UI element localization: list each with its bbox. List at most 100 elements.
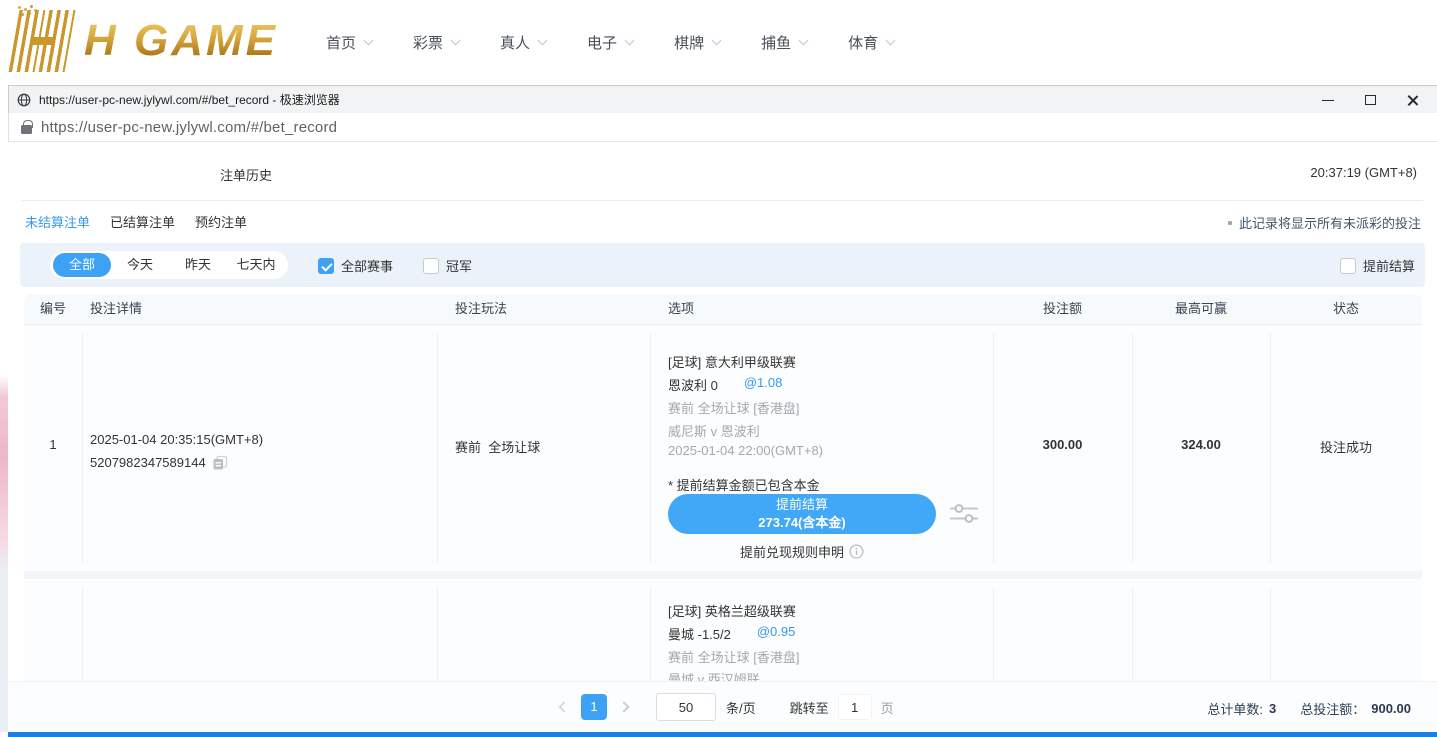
page-size-input[interactable] xyxy=(656,693,716,721)
main-nav: 首页 彩票 真人 电子 棋牌 捕鱼 xyxy=(326,0,894,85)
total-count-label: 总计单数: xyxy=(1207,699,1263,718)
maximize-icon xyxy=(1365,95,1376,105)
chevron-down-icon xyxy=(799,36,809,46)
jump-page-input[interactable] xyxy=(838,694,872,720)
option-pick: 曼城 -1.5/2 xyxy=(668,624,731,643)
cashout-button[interactable]: 提前结算 273.74(含本金) xyxy=(668,494,936,534)
close-button[interactable] xyxy=(1391,86,1433,114)
bet-time: 2025-01-04 20:35:15(GMT+8) xyxy=(90,428,263,451)
table-footer: 1 条/页 跳转至 页 总计单数: 3 总投注额： 900.00 xyxy=(8,682,1437,732)
cashout-filter-checkbox[interactable]: 提前结算 xyxy=(1340,256,1415,275)
all-events-checkbox[interactable]: 全部赛事 xyxy=(318,256,393,275)
url-text: https://user-pc-new.jylywl.com/#/bet_rec… xyxy=(41,119,337,136)
chevron-down-icon xyxy=(364,36,374,46)
filter-bar: 全部 今天 昨天 七天内 全部赛事 冠军 提前结算 xyxy=(20,243,1425,287)
nav-item-chess[interactable]: 棋牌 xyxy=(674,32,720,53)
col-header-maxwin: 最高可赢 xyxy=(1132,294,1270,324)
minimize-button[interactable] xyxy=(1307,86,1349,114)
nav-label: 棋牌 xyxy=(674,32,704,53)
nav-label: 电子 xyxy=(587,32,617,53)
close-icon xyxy=(1406,94,1419,107)
tab-reserved[interactable]: 预约注单 xyxy=(195,212,247,231)
logo-text: H GAME xyxy=(84,16,278,66)
chevron-down-icon xyxy=(886,36,896,46)
option-pick-row: 恩波利 0 @1.08 xyxy=(668,375,782,394)
bet-row-number: 1 xyxy=(24,437,82,452)
info-icon xyxy=(849,544,864,559)
nav-item-fishing[interactable]: 捕鱼 xyxy=(761,32,807,53)
cashout-button-title: 提前结算 xyxy=(776,496,828,514)
sliders-icon[interactable] xyxy=(950,503,978,527)
col-header-amount: 投注额 xyxy=(993,294,1132,324)
col-header-status: 状态 xyxy=(1270,294,1422,324)
nav-item-live-casino[interactable]: 真人 xyxy=(500,32,546,53)
option-match-time: 2025-01-04 22:00(GMT+8) xyxy=(668,443,823,458)
nav-item-slots[interactable]: 电子 xyxy=(587,32,633,53)
hhgame-logo-icon xyxy=(12,10,72,72)
bet-id: 5207982347589144 xyxy=(90,451,206,474)
copy-icon[interactable] xyxy=(212,455,228,471)
pagination: 1 条/页 跳转至 页 xyxy=(560,693,894,721)
chevron-down-icon xyxy=(451,36,461,46)
event-filters: 全部赛事 冠军 xyxy=(318,256,472,275)
checkbox-unchecked-icon xyxy=(1340,258,1356,274)
option-market: 赛前 全场让球 [香港盘] xyxy=(668,647,799,666)
total-amount-label: 总投注额： xyxy=(1300,699,1365,718)
option-league: [足球] 英格兰超级联赛 xyxy=(668,601,796,620)
logo-h-crossbar xyxy=(31,37,54,45)
site-header: H GAME 首页 彩票 真人 电子 棋牌 xyxy=(0,0,1437,85)
bet-max-win: 324.00 xyxy=(1132,437,1270,452)
screen: H GAME 首页 彩票 真人 电子 棋牌 xyxy=(0,0,1437,737)
background-page-strip xyxy=(0,142,8,732)
nav-label: 真人 xyxy=(500,32,530,53)
chevron-down-icon xyxy=(625,36,635,46)
option-odds: @0.95 xyxy=(757,624,796,643)
row-divider xyxy=(24,571,1422,579)
totals-summary: 总计单数: 3 总投注额： 900.00 xyxy=(1207,699,1411,718)
tab-settled[interactable]: 已结算注单 xyxy=(110,212,175,231)
filter-today-button[interactable]: 今天 xyxy=(111,253,169,277)
bet-play-type: 赛前 全场让球 xyxy=(455,437,540,456)
nav-label: 首页 xyxy=(326,32,356,53)
browser-urlbar[interactable]: https://user-pc-new.jylywl.com/#/bet_rec… xyxy=(8,113,1437,142)
cashout-button-amount: 273.74(含本金) xyxy=(758,514,845,532)
nav-item-home[interactable]: 首页 xyxy=(326,32,372,53)
option-pick-row: 曼城 -1.5/2 @0.95 xyxy=(668,624,795,643)
chevron-down-icon xyxy=(712,36,722,46)
checkbox-label: 提前结算 xyxy=(1363,256,1415,275)
lock-icon xyxy=(21,125,32,134)
total-count: 总计单数: 3 xyxy=(1207,699,1276,718)
nav-label: 体育 xyxy=(848,32,878,53)
option-match: 威尼斯 v 恩波利 xyxy=(668,421,760,440)
prev-page-icon[interactable] xyxy=(558,701,569,712)
column-divider xyxy=(650,333,651,563)
total-count-value: 3 xyxy=(1269,701,1276,716)
option-odds: @1.08 xyxy=(744,375,783,394)
bullet-dot-icon xyxy=(1228,221,1232,225)
filter-7days-button[interactable]: 七天内 xyxy=(227,253,285,277)
page-bottom-bar xyxy=(8,732,1437,737)
filter-yesterday-button[interactable]: 昨天 xyxy=(169,253,227,277)
nav-item-sports[interactable]: 体育 xyxy=(848,32,894,53)
champion-checkbox[interactable]: 冠军 xyxy=(423,256,472,275)
checkbox-checked-icon xyxy=(318,258,334,274)
bet-status: 投注成功 xyxy=(1270,437,1422,456)
next-page-icon[interactable] xyxy=(618,701,629,712)
logo-dots-decoration xyxy=(18,6,21,9)
filter-all-button[interactable]: 全部 xyxy=(53,253,111,277)
col-header-no: 编号 xyxy=(24,294,82,324)
maximize-button[interactable] xyxy=(1349,86,1391,114)
browser-titlebar[interactable]: https://user-pc-new.jylywl.com/#/bet_rec… xyxy=(8,85,1437,113)
nav-item-lottery[interactable]: 彩票 xyxy=(413,32,459,53)
option-league: [足球] 意大利甲级联赛 xyxy=(668,352,796,371)
page-1-button[interactable]: 1 xyxy=(581,694,607,720)
cashout-rule-link[interactable]: 提前兑现规则申明 xyxy=(668,542,936,561)
nav-label: 捕鱼 xyxy=(761,32,791,53)
nav-label: 彩票 xyxy=(413,32,443,53)
col-header-option: 选项 xyxy=(668,294,694,324)
checkbox-unchecked-icon xyxy=(423,258,439,274)
clock: 20:37:19 (GMT+8) xyxy=(1310,165,1417,180)
per-page-label: 条/页 xyxy=(726,698,756,717)
tab-unsettled[interactable]: 未结算注单 xyxy=(25,212,90,231)
hhgame-logo[interactable]: H GAME xyxy=(12,10,278,72)
